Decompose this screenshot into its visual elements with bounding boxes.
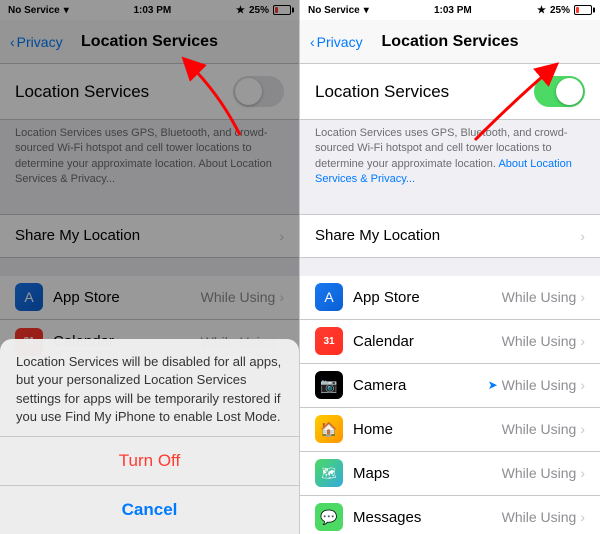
right-share-label: Share My Location bbox=[315, 227, 580, 244]
home-label-right: Home bbox=[353, 421, 502, 438]
red-arrow-left bbox=[160, 55, 260, 145]
dialog-overlay: Location Services will be disabled for a… bbox=[0, 0, 299, 534]
turn-off-button[interactable]: Turn Off bbox=[0, 437, 299, 486]
dialog-box: Location Services will be disabled for a… bbox=[0, 339, 299, 534]
right-nav-title: Location Services bbox=[382, 33, 519, 51]
appstore-icon-right: A bbox=[315, 283, 343, 311]
right-app-messages[interactable]: 💬 Messages While Using › bbox=[300, 496, 600, 534]
right-toggle-thumb bbox=[556, 78, 583, 105]
camera-icon-right: 📷 bbox=[315, 371, 343, 399]
right-share-row[interactable]: Share My Location › bbox=[300, 214, 600, 258]
appstore-chevron-right: › bbox=[580, 289, 585, 305]
right-back-label: Privacy bbox=[317, 34, 363, 50]
right-app-camera[interactable]: 📷 Camera ➤ While Using › bbox=[300, 364, 600, 408]
maps-icon-right: 🗺 bbox=[315, 459, 343, 487]
appstore-label-right: App Store bbox=[353, 289, 502, 306]
home-chevron-right: › bbox=[580, 421, 585, 437]
right-divider-gap bbox=[300, 258, 600, 276]
right-location-services-row: Location Services bbox=[300, 64, 600, 120]
battery-pct-right: 25% bbox=[550, 5, 570, 16]
home-value-right: While Using bbox=[502, 421, 577, 437]
right-description: Location Services uses GPS, Bluetooth, a… bbox=[300, 120, 600, 196]
right-app-calendar[interactable]: 31 Calendar While Using › bbox=[300, 320, 600, 364]
calendar-icon-right: 31 bbox=[315, 327, 343, 355]
maps-chevron-right: › bbox=[580, 465, 585, 481]
dialog-message: Location Services will be disabled for a… bbox=[0, 339, 299, 437]
right-location-toggle[interactable] bbox=[534, 76, 585, 107]
right-app-home[interactable]: 🏠 Home While Using › bbox=[300, 408, 600, 452]
right-content: Location Services Location Services uses… bbox=[300, 64, 600, 534]
messages-icon-right: 💬 bbox=[315, 503, 343, 531]
right-nav-bar: ‹ Privacy Location Services bbox=[300, 20, 600, 64]
wifi-icon-right: ▾ bbox=[364, 5, 369, 16]
right-panel: No Service ▾ 1:03 PM ★ 25% ‹ Privacy Loc… bbox=[300, 0, 600, 534]
right-status-right: ★ 25% bbox=[537, 5, 592, 16]
messages-value-right: While Using bbox=[502, 509, 577, 525]
right-back-chevron: ‹ bbox=[310, 34, 315, 50]
right-status-bar: No Service ▾ 1:03 PM ★ 25% bbox=[300, 0, 600, 20]
calendar-value-right: While Using bbox=[502, 333, 577, 349]
right-status-left: No Service ▾ bbox=[308, 5, 369, 16]
right-app-appstore[interactable]: A App Store While Using › bbox=[300, 276, 600, 320]
time-right: 1:03 PM bbox=[434, 5, 472, 16]
messages-chevron-right: › bbox=[580, 509, 585, 525]
messages-label-right: Messages bbox=[353, 509, 502, 526]
appstore-value-right: While Using bbox=[502, 289, 577, 305]
camera-label-right: Camera bbox=[353, 377, 488, 394]
maps-label-right: Maps bbox=[353, 465, 502, 482]
right-apps-list: A App Store While Using › 31 Calendar Wh… bbox=[300, 276, 600, 534]
no-service-right: No Service bbox=[308, 5, 360, 16]
left-panel: No Service ▾ 1:03 PM ★ 25% ‹ Privacy Loc… bbox=[0, 0, 300, 534]
right-share-chevron: › bbox=[580, 228, 585, 244]
calendar-chevron-right: › bbox=[580, 333, 585, 349]
camera-value-right: While Using bbox=[502, 377, 577, 393]
battery-icon-right bbox=[574, 5, 592, 15]
camera-gps-indicator: ➤ bbox=[488, 378, 498, 392]
maps-value-right: While Using bbox=[502, 465, 577, 481]
right-loc-label: Location Services bbox=[315, 82, 534, 102]
bluetooth-icon-right: ★ bbox=[537, 5, 546, 16]
cancel-button[interactable]: Cancel bbox=[0, 486, 299, 534]
home-icon-right: 🏠 bbox=[315, 415, 343, 443]
calendar-label-right: Calendar bbox=[353, 333, 502, 350]
battery-fill-right bbox=[576, 7, 580, 13]
camera-chevron-right: › bbox=[580, 377, 585, 393]
right-app-maps[interactable]: 🗺 Maps While Using › bbox=[300, 452, 600, 496]
right-back-button[interactable]: ‹ Privacy bbox=[310, 34, 363, 50]
